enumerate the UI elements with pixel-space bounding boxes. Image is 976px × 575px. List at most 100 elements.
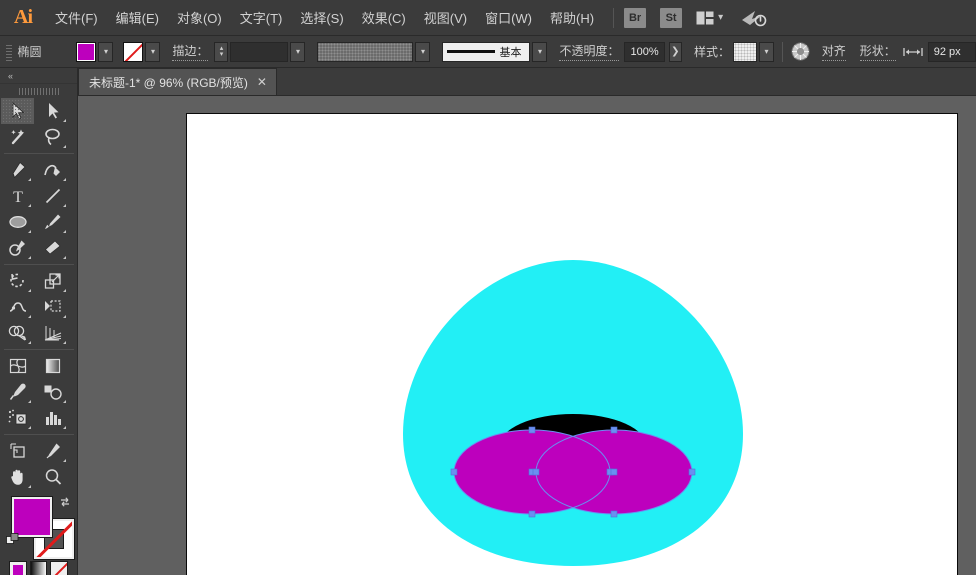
opacity-input[interactable]: 100%	[624, 41, 665, 62]
tool-direct-selection[interactable]	[36, 98, 69, 124]
tool-flyout-icon[interactable]	[63, 230, 66, 233]
tool-line-segment[interactable]	[36, 183, 69, 209]
tool-zoom[interactable]	[36, 464, 69, 490]
artwork-svg[interactable]	[187, 114, 959, 575]
tool-flyout-icon[interactable]	[63, 459, 66, 462]
tool-flyout-icon[interactable]	[28, 204, 31, 207]
tool-flyout-icon[interactable]	[63, 145, 66, 148]
tool-flyout-icon[interactable]	[63, 178, 66, 181]
tool-gradient[interactable]	[36, 353, 69, 379]
menu-edit[interactable]: 编辑(E)	[107, 4, 168, 31]
menu-select[interactable]: 选择(S)	[291, 4, 352, 31]
paint-mode-color[interactable]	[9, 561, 27, 575]
tool-flyout-icon[interactable]	[28, 230, 31, 233]
variable-width-profile[interactable]	[317, 41, 414, 62]
tool-flyout-icon[interactable]	[28, 400, 31, 403]
tool-ellipse[interactable]	[1, 209, 34, 235]
brush-definition[interactable]: 基本	[442, 41, 531, 62]
tool-paintbrush[interactable]	[36, 209, 69, 235]
document-tab[interactable]: 未标题-1* @ 96% (RGB/预览) ✕	[78, 68, 277, 95]
tool-flyout-icon[interactable]	[63, 119, 66, 122]
stroke-weight-stepper[interactable]: ▴ ▾	[214, 41, 229, 62]
tool-flyout-icon[interactable]	[28, 178, 31, 181]
arrange-documents-icon[interactable]	[696, 11, 714, 25]
menu-type[interactable]: 文字(T)	[231, 4, 292, 31]
chevron-down-icon[interactable]: ▾	[718, 12, 723, 23]
stroke-dropdown-icon[interactable]: ▾	[145, 41, 161, 62]
opacity-more-icon[interactable]: ❯	[668, 41, 682, 62]
tool-pen[interactable]	[1, 157, 34, 183]
tool-selection[interactable]	[1, 98, 34, 124]
tool-blob-brush[interactable]	[1, 235, 34, 261]
tool-scale[interactable]	[36, 268, 69, 294]
cc-libraries-icon[interactable]	[741, 8, 767, 28]
tool-lasso[interactable]	[36, 124, 69, 150]
shape-width-input[interactable]: 92 px	[927, 41, 976, 62]
tools-panel-grip[interactable]	[18, 86, 59, 96]
tool-rotate[interactable]	[1, 268, 34, 294]
tool-flyout-icon[interactable]	[63, 341, 66, 344]
opacity-label[interactable]: 不透明度：	[559, 42, 620, 61]
fill-color-proxy[interactable]	[11, 496, 53, 538]
tool-symbol-sprayer[interactable]	[1, 405, 34, 431]
stroke-swatch[interactable]	[123, 41, 144, 62]
tool-flyout-icon[interactable]	[28, 485, 31, 488]
tool-type[interactable]: T	[1, 183, 34, 209]
menu-file[interactable]: 文件(F)	[46, 4, 107, 31]
shape-label[interactable]: 形状：	[859, 42, 896, 61]
tool-blend[interactable]	[36, 379, 69, 405]
artboard[interactable]	[186, 113, 958, 575]
control-bar-grip[interactable]	[4, 41, 12, 62]
tool-slice[interactable]	[36, 438, 69, 464]
tool-magic-wand[interactable]	[1, 124, 34, 150]
tool-flyout-icon[interactable]	[28, 289, 31, 292]
tool-flyout-icon[interactable]	[63, 256, 66, 259]
tool-curvature[interactable]	[36, 157, 69, 183]
collapse-panel-icon[interactable]: «	[8, 71, 13, 81]
tool-mesh[interactable]	[1, 353, 34, 379]
brush-dropdown-icon[interactable]: ▾	[532, 41, 548, 62]
fill-swatch[interactable]	[76, 41, 97, 62]
tool-flyout-icon[interactable]	[63, 400, 66, 403]
style-dropdown-icon[interactable]: ▾	[758, 41, 774, 62]
stroke-weight-label[interactable]: 描边：	[172, 42, 209, 61]
tool-flyout-icon[interactable]	[63, 289, 66, 292]
cyan-blob-shape[interactable]	[403, 260, 743, 566]
tool-perspective-grid[interactable]	[36, 320, 69, 346]
tool-flyout-icon[interactable]	[28, 315, 31, 318]
menu-view[interactable]: 视图(V)	[415, 4, 476, 31]
tool-shape-builder[interactable]	[1, 320, 34, 346]
paint-mode-gradient[interactable]	[29, 561, 48, 575]
tools-panel-collapse[interactable]: «	[0, 68, 77, 84]
stock-button[interactable]: St	[660, 7, 683, 28]
tool-flyout-icon[interactable]	[63, 426, 66, 429]
menu-effect[interactable]: 效果(C)	[353, 4, 415, 31]
tool-flyout-icon[interactable]	[28, 256, 31, 259]
tool-hand[interactable]	[1, 464, 34, 490]
stroke-weight-dropdown-icon[interactable]: ▾	[290, 41, 306, 62]
tool-eyedropper[interactable]	[1, 379, 34, 405]
default-fill-stroke-icon[interactable]	[6, 533, 20, 552]
menu-window[interactable]: 窗口(W)	[476, 4, 541, 31]
bridge-button[interactable]: Br	[624, 7, 647, 28]
graphic-style-swatch[interactable]	[732, 41, 757, 62]
tool-flyout-icon[interactable]	[63, 315, 66, 318]
fill-dropdown-icon[interactable]: ▾	[98, 41, 114, 62]
tool-flyout-icon[interactable]	[28, 341, 31, 344]
tool-column-graph[interactable]	[36, 405, 69, 431]
paint-mode-none[interactable]	[50, 561, 69, 575]
swap-fill-stroke-icon[interactable]	[58, 495, 72, 514]
tool-flyout-icon[interactable]	[28, 426, 31, 429]
recolor-artwork-icon[interactable]	[791, 42, 810, 61]
tool-flyout-icon[interactable]	[63, 204, 66, 207]
width-profile-dropdown-icon[interactable]: ▾	[415, 41, 431, 62]
stroke-weight-input[interactable]	[230, 41, 289, 62]
tool-free-transform[interactable]	[36, 294, 69, 320]
tool-eraser[interactable]	[36, 235, 69, 261]
close-icon[interactable]: ✕	[257, 76, 267, 88]
tool-width[interactable]	[1, 294, 34, 320]
menu-help[interactable]: 帮助(H)	[541, 4, 603, 31]
canvas-area[interactable]	[78, 96, 976, 575]
align-label[interactable]: 对齐	[821, 42, 846, 61]
tool-artboard[interactable]	[1, 438, 34, 464]
